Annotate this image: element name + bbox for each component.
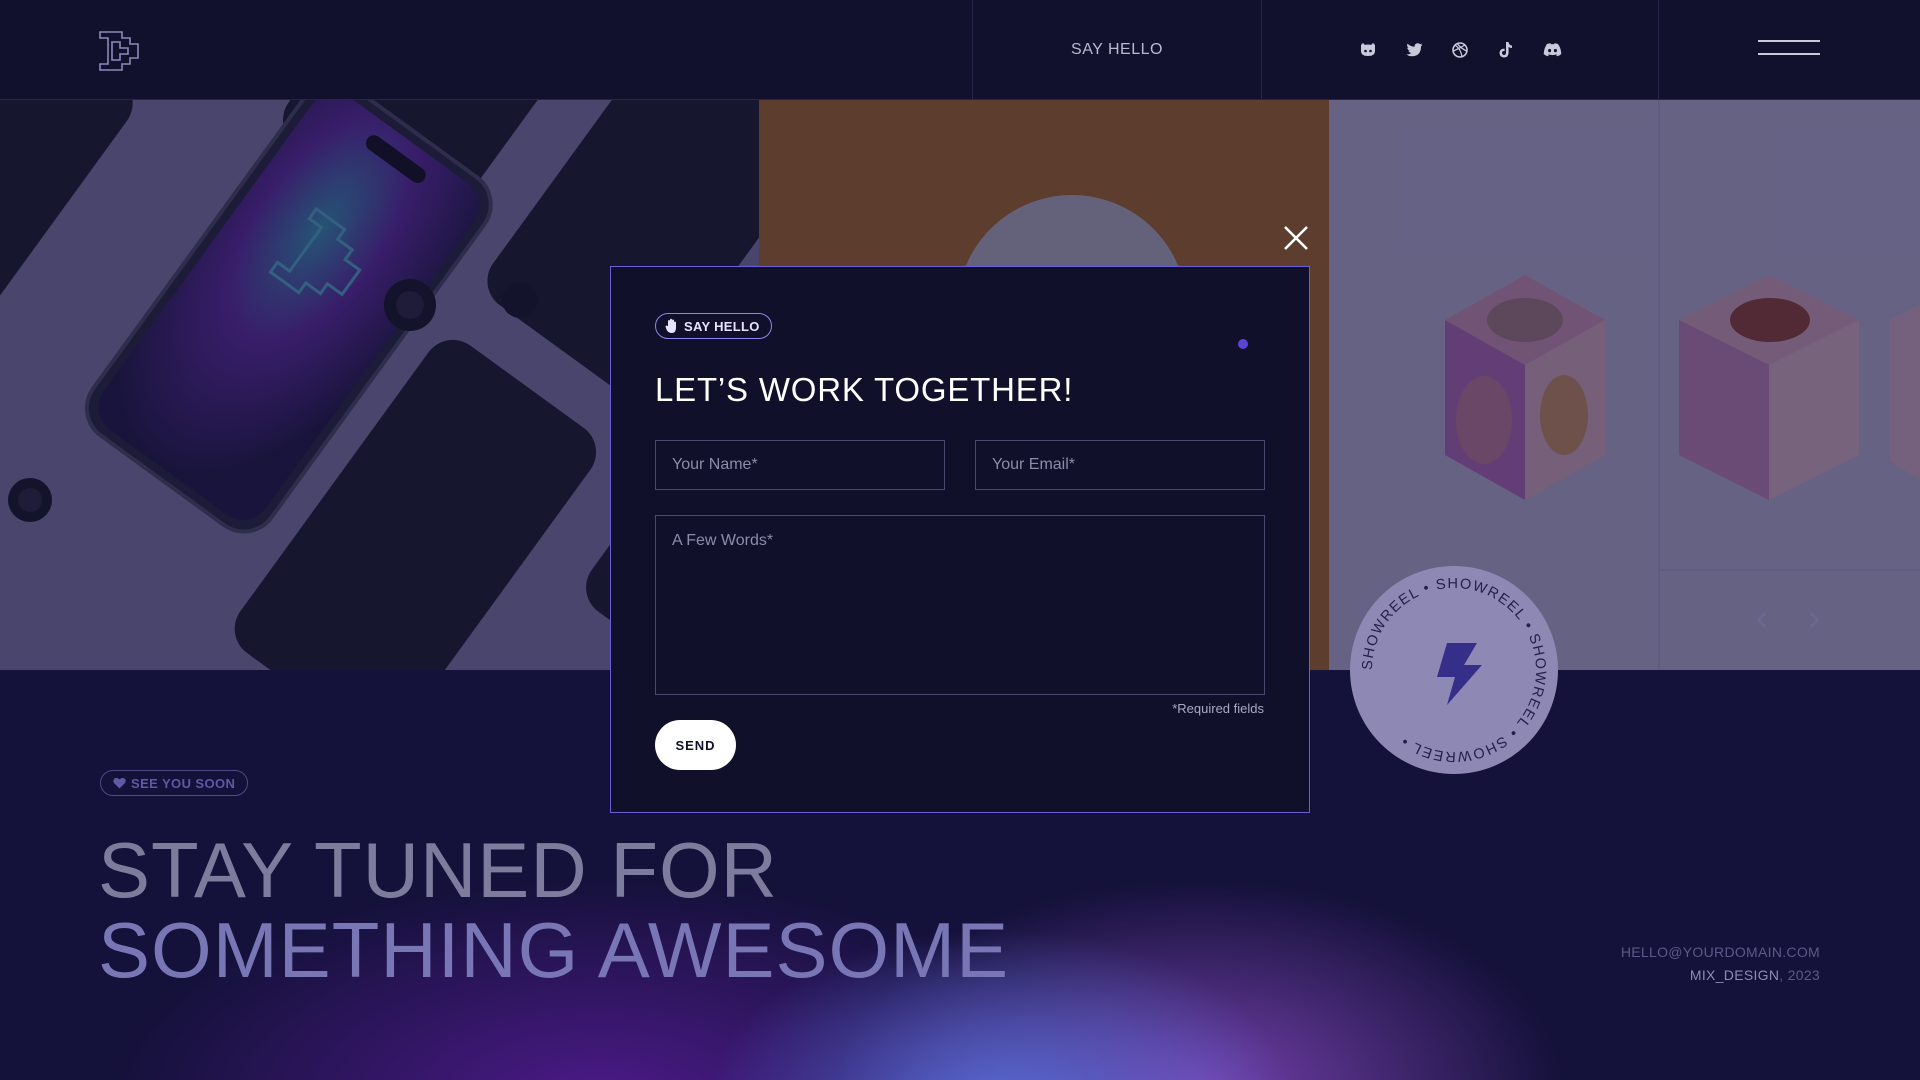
heart-icon: [113, 777, 126, 789]
modal-title: LET’S WORK TOGETHER!: [655, 371, 1074, 408]
email-field[interactable]: [975, 440, 1265, 490]
social-links: [1262, 0, 1658, 100]
badge-label: SEE YOU SOON: [131, 775, 236, 791]
copyright-year: , 2023: [1779, 967, 1820, 983]
brand-name: MIX_DESIGN: [1689, 967, 1780, 983]
headline-line-1: STAY TUNED FOR: [98, 826, 778, 914]
contact-modal: SAY HELLO LET’S WORK TOGETHER! *Required…: [610, 266, 1310, 813]
required-fields-note: *Required fields: [1172, 701, 1264, 716]
decorative-dot: [1238, 339, 1248, 349]
contact-info: HELLO@YOURDOMAIN.COM MIX_DESIGN, 2023: [1621, 941, 1820, 987]
waving-hand-icon: [665, 318, 676, 333]
badge-label: SAY HELLO: [684, 318, 760, 334]
logo-icon[interactable]: [98, 28, 142, 72]
slider-arrows: [1750, 605, 1830, 635]
hamburger-menu-icon[interactable]: [1758, 38, 1820, 60]
site-header: SAY HELLO: [0, 0, 1920, 100]
chevron-left-icon[interactable]: [1750, 605, 1774, 635]
showreel-badge[interactable]: SHOWREEL • SHOWREEL • SHOWREEL • SHOWREE…: [1349, 565, 1559, 775]
say-hello-badge: SAY HELLO: [655, 313, 772, 339]
footer-headline: STAY TUNED FOR SOMETHING AWESOME: [98, 830, 1098, 990]
chevron-right-icon[interactable]: [1802, 605, 1826, 635]
say-hello-link[interactable]: SAY HELLO: [973, 0, 1261, 100]
close-icon[interactable]: [1280, 222, 1312, 254]
tiktok-icon[interactable]: [1496, 40, 1516, 60]
message-field[interactable]: [655, 515, 1265, 695]
discord-icon[interactable]: [1542, 40, 1562, 60]
headline-line-2: SOMETHING AWESOME: [98, 906, 1010, 994]
header-divider: [1658, 0, 1659, 100]
name-field[interactable]: [655, 440, 945, 490]
github-icon[interactable]: [1358, 40, 1378, 60]
send-button[interactable]: SEND: [655, 720, 736, 770]
menu-line: [1758, 40, 1820, 42]
see-you-soon-badge: SEE YOU SOON: [100, 770, 249, 796]
menu-line: [1758, 53, 1820, 55]
dribbble-icon[interactable]: [1450, 40, 1470, 60]
contact-email-link[interactable]: HELLO@YOURDOMAIN.COM: [1621, 941, 1820, 964]
twitter-icon[interactable]: [1404, 40, 1424, 60]
